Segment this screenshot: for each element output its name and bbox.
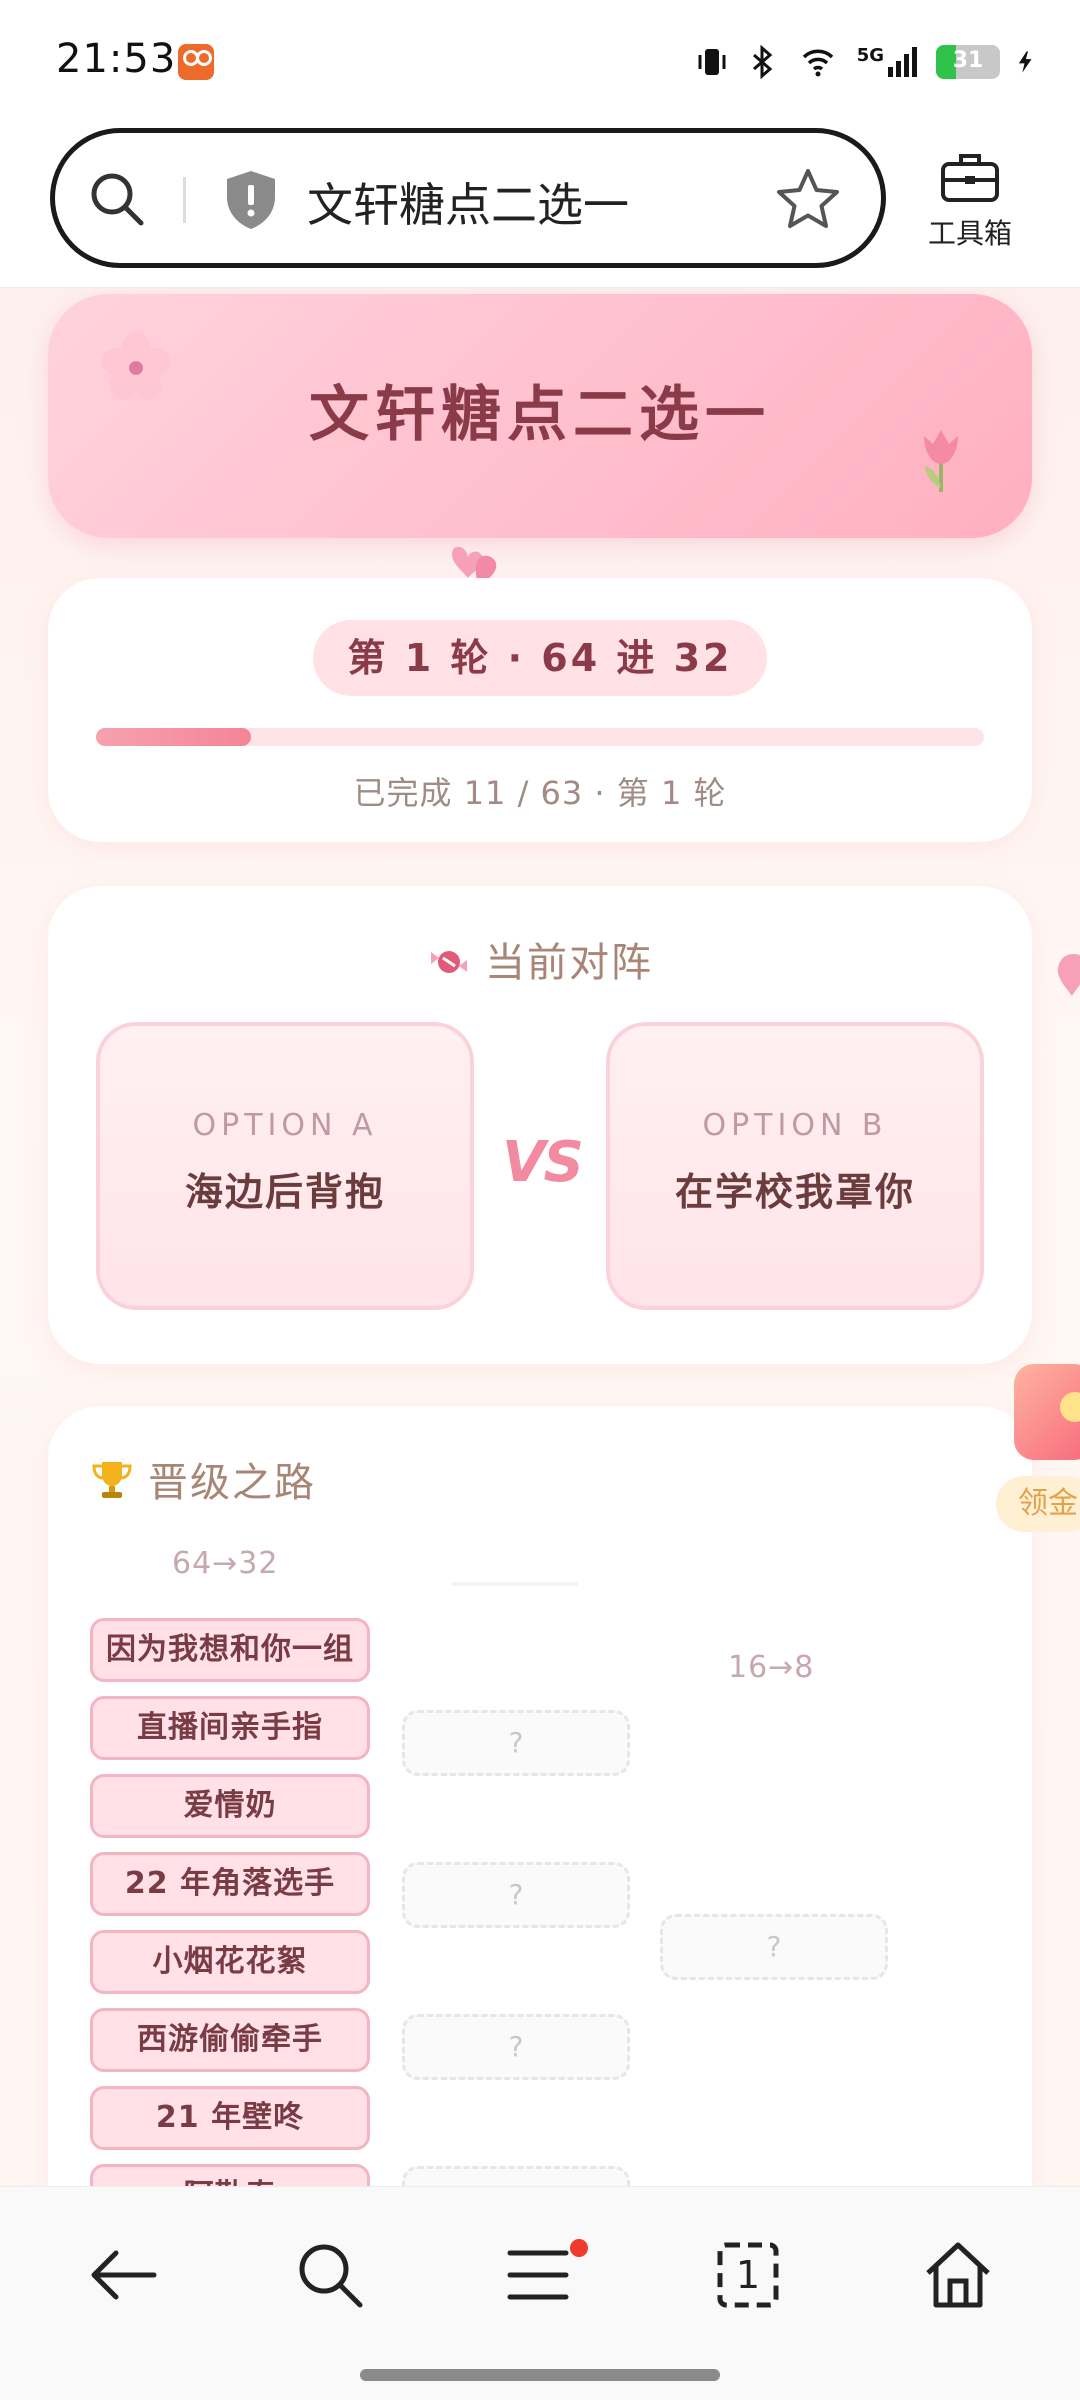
status-time: 21:53 [56, 36, 177, 82]
heart-decoration [1057, 954, 1080, 996]
bottom-nav: 1 [0, 2186, 1080, 2400]
back-icon[interactable] [84, 2235, 164, 2315]
charging-icon [1018, 51, 1032, 73]
bracket-entry[interactable]: 直播间亲手指 [90, 1696, 370, 1760]
tulip-icon [924, 430, 958, 492]
bracket-entry[interactable]: 爱情奶 [90, 1774, 370, 1838]
shield-icon[interactable] [223, 169, 279, 231]
battery-level: 31 [952, 48, 984, 73]
home-icon[interactable] [918, 2235, 998, 2315]
status-icons: 5G 31 [695, 40, 1040, 84]
toolbox-label: 工具箱 [927, 217, 1012, 250]
bracket-entry[interactable]: 21 年壁咚 [90, 2086, 370, 2150]
progress-bar [96, 728, 984, 746]
hero-title: 文轩糖点二选一 [309, 380, 771, 450]
notification-dot [570, 2239, 588, 2257]
bracket-entry[interactable]: 22 年角落选手 [90, 1852, 370, 1916]
option-b-name: 在学校我罩你 [674, 1170, 915, 1214]
candy-icon [431, 951, 467, 973]
bracket-slot: ? [660, 1914, 888, 1980]
match-card: 当前对阵 OPTION A 海边后背抱 VS OPTION B 在学校我罩你 [48, 886, 1032, 1364]
option-b-label: OPTION B [702, 1108, 888, 1143]
option-a-label: OPTION A [192, 1108, 378, 1143]
match-title: 当前对阵 [48, 930, 1032, 988]
url-text[interactable]: 文轩糖点二选一 [307, 169, 629, 235]
vibrate-icon [698, 49, 726, 75]
bracket-slot: ? [402, 1862, 630, 1928]
home-indicator[interactable] [360, 2369, 720, 2381]
match-title-text: 当前对阵 [485, 940, 653, 986]
battery-icon: 31 [936, 45, 1000, 79]
bracket-slot: ? [402, 2166, 630, 2186]
bracket-title-text: 晋级之路 [148, 1460, 316, 1506]
reward-widget[interactable] [1014, 1364, 1080, 1474]
toolbox-button[interactable]: 工具箱 [920, 150, 1020, 252]
search-icon[interactable] [85, 167, 149, 231]
gift-icon[interactable] [1014, 1364, 1080, 1460]
network-type: 5G [856, 44, 884, 66]
reward-label[interactable]: 领金 [996, 1476, 1080, 1532]
trophy-icon [92, 1462, 132, 1498]
progress-text: 已完成 11 / 63 · 第 1 轮 [353, 774, 727, 812]
bracket-title: 晋级之路 [90, 1450, 316, 1508]
bracket-entry[interactable]: 阿勒泰 [90, 2164, 370, 2186]
tabs-button[interactable]: 1 [708, 2235, 788, 2315]
star-icon[interactable] [773, 165, 843, 235]
wifi-icon [802, 49, 833, 77]
round3-label: 16→8 [728, 1650, 815, 1685]
tabs-count: 1 [735, 2253, 761, 2297]
bracket-slot: ? [402, 1710, 630, 1776]
round1-label: 64→32 [172, 1546, 279, 1581]
toolbox-icon [941, 154, 999, 202]
option-b-button[interactable]: OPTION B 在学校我罩你 [606, 1022, 984, 1310]
app-icon [178, 44, 214, 80]
bracket-card[interactable]: 晋级之路 64→32 16→8 因为我想和你一组 直播间亲手指 爱情奶 22 年… [48, 1406, 1032, 2186]
page-content[interactable]: 文轩糖点二选一 第 1 轮 · 64 进 32 已完成 11 / 63 · 第 … [0, 288, 1080, 2186]
round-card: 第 1 轮 · 64 进 32 已完成 11 / 63 · 第 1 轮 [48, 578, 1032, 842]
progress-fill [96, 728, 252, 746]
url-field[interactable]: 文轩糖点二选一 [50, 128, 886, 268]
search-icon[interactable] [290, 2235, 370, 2315]
round-badge: 第 1 轮 · 64 进 32 [313, 620, 767, 696]
url-divider [183, 177, 186, 223]
option-a-button[interactable]: OPTION A 海边后背抱 [96, 1022, 474, 1310]
vs-label: VS [502, 1130, 584, 1195]
bracket-entry[interactable]: 小烟花花絮 [90, 1930, 370, 1994]
bracket-entry[interactable]: 西游偷偷牵手 [90, 2008, 370, 2072]
address-bar: 文轩糖点二选一 工具箱 [0, 120, 1080, 288]
bracket-entry[interactable]: 因为我想和你一组 [90, 1618, 370, 1682]
bluetooth-icon [752, 45, 772, 79]
round2-header-placeholder [452, 1582, 578, 1586]
bracket-slot: ? [402, 2014, 630, 2080]
option-a-name: 海边后背抱 [184, 1170, 385, 1214]
menu-icon[interactable] [498, 2235, 578, 2315]
status-bar: 21:53 5G 31 [0, 0, 1080, 120]
signal-icon [888, 47, 917, 77]
hero-banner: 文轩糖点二选一 [48, 294, 1032, 538]
